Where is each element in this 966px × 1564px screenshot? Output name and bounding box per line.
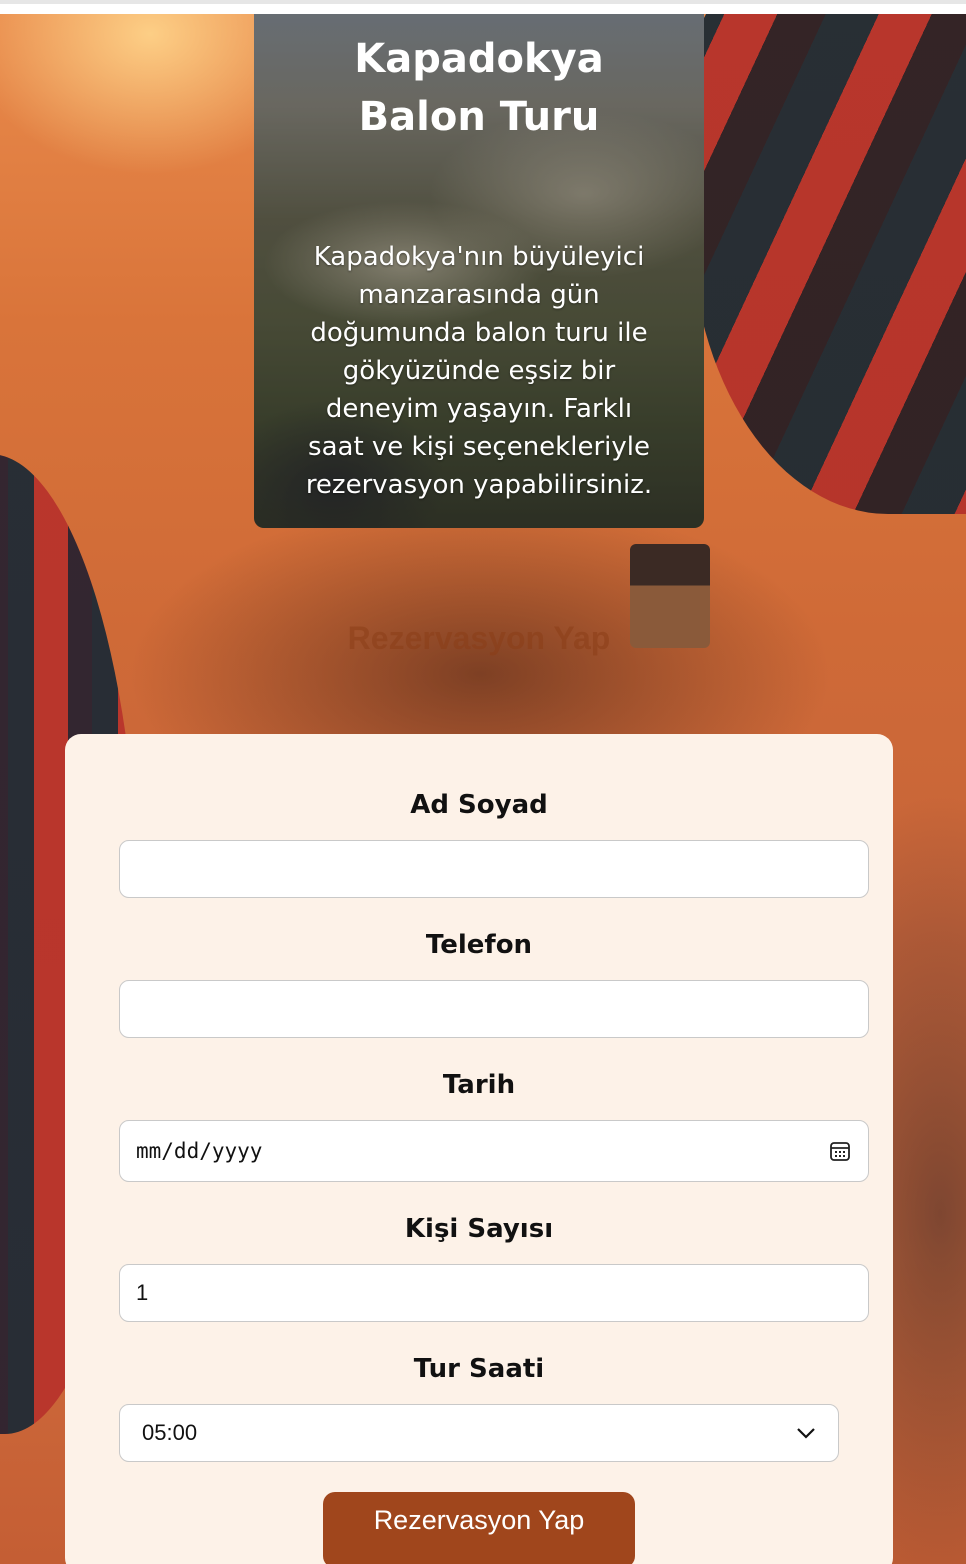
tour-time-select[interactable]: 05:00 <box>119 1404 839 1462</box>
date-label: Tarih <box>442 1070 516 1100</box>
submit-label: Rezervasyon Yap <box>373 1505 585 1535</box>
balloon-right-image <box>690 14 966 514</box>
people-count-input[interactable] <box>119 1264 869 1322</box>
date-placeholder: mm/dd/yyyy <box>136 1139 263 1163</box>
reservation-submit-button[interactable]: Rezervasyon Yap <box>323 1492 635 1564</box>
tour-time-selected: 05:00 <box>142 1420 198 1445</box>
browser-top-edge <box>0 0 966 15</box>
date-input[interactable]: mm/dd/yyyy <box>119 1120 869 1182</box>
reservation-form: Ad Soyad Telefon Tarih mm/dd/yyyy Kişi S… <box>65 734 893 1564</box>
hero-banner: Kapadokya Balon Turu Kapadokya'nın büyül… <box>254 14 704 528</box>
phone-input[interactable] <box>119 980 869 1038</box>
hero-description: Kapadokya'nın büyüleyici manzarasında gü… <box>305 242 653 500</box>
chevron-down-icon <box>796 1420 816 1446</box>
name-label: Ad Soyad <box>410 790 548 820</box>
calendar-icon[interactable] <box>828 1139 852 1163</box>
page-title: Kapadokya Balon Turu <box>354 36 604 140</box>
reservation-heading: Rezervasyon Yap <box>347 620 611 656</box>
phone-label: Telefon <box>425 930 533 960</box>
name-input[interactable] <box>119 840 869 898</box>
time-label: Tur Saati <box>413 1354 545 1384</box>
people-label: Kişi Sayısı <box>404 1214 554 1244</box>
